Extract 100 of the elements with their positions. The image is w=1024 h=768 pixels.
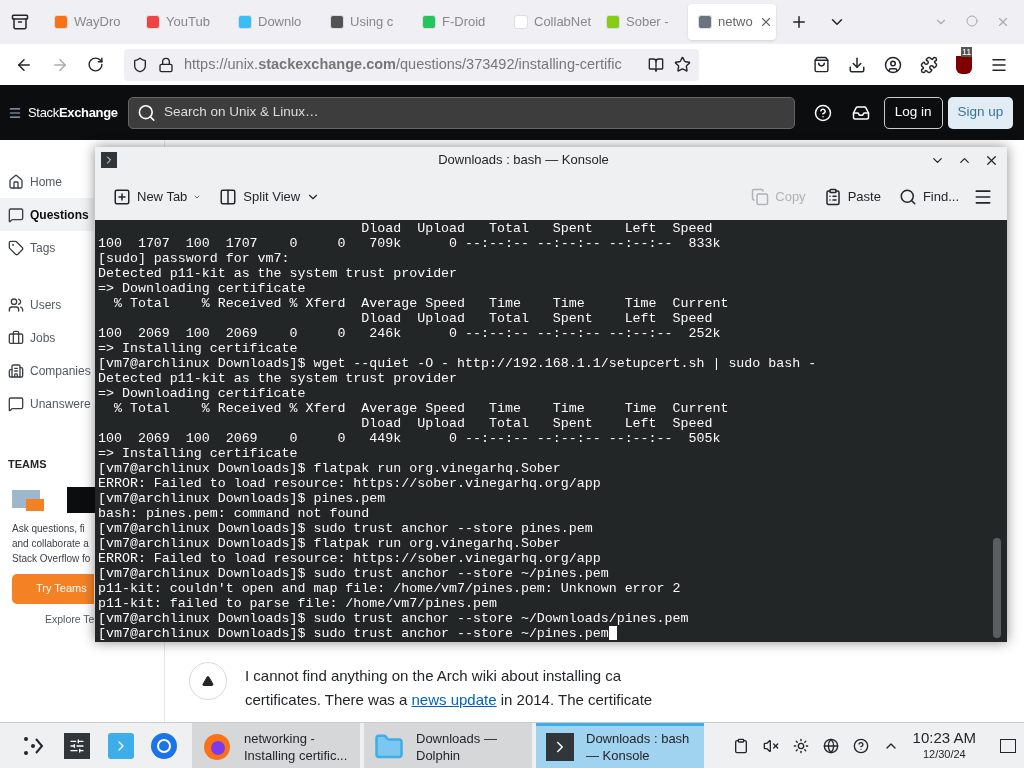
extensions-icon[interactable]: [920, 55, 938, 74]
terminal-line: Dload Upload Total Spent Left Speed: [360, 311, 713, 326]
terminal-line: => Downloading certificate: [98, 281, 306, 296]
teams-text: Stack Overflow fo: [12, 551, 91, 566]
task-label: Downloads —: [416, 730, 497, 747]
favicon-icon: [514, 15, 528, 29]
task-label: networking -: [244, 730, 316, 747]
clock-date: 12/30/24: [922, 746, 966, 762]
star-icon[interactable]: [674, 56, 691, 73]
task-button[interactable]: Downloads — Dolphin: [364, 723, 532, 768]
post-text: certificates. There was a news update in 2014. The certificate: [245, 690, 653, 710]
sidebar-item[interactable]: Users: [0, 288, 94, 321]
sidebar-item[interactable]: Jobs: [0, 321, 94, 354]
task-button[interactable]: Downloads : bash — Konsole: [536, 723, 704, 768]
search-icon: [136, 102, 156, 123]
sidebar-item[interactable]: Questions: [0, 198, 94, 231]
terminal-line: ERROR: Failed to load resource: https://sober.vinegarhq.org/app: [98, 551, 601, 566]
speech-bubble-icon: [8, 206, 24, 223]
terminal-line: [vm7@archlinux Downloads]$ flatpak run org.vinegarhq.Sober: [98, 461, 561, 476]
shield-icon: [132, 56, 148, 73]
task-label: Dolphin: [416, 747, 462, 764]
speech-bubble-icon: [8, 395, 24, 412]
show-desktop-icon[interactable]: [1000, 738, 1016, 753]
terminal-line: 100 2069 100 2069 0 0 246k 0 --:--:-- --:--:-- --:--:-- 252k: [98, 326, 721, 341]
up-arrow-icon: [202, 675, 214, 687]
search-icon: [898, 187, 917, 206]
clipboard-icon[interactable]: [732, 737, 749, 754]
terminal-line: Dload Upload Total Spent Left Speed: [360, 416, 713, 431]
search-input[interactable]: Search on Unix & Linux…: [163, 102, 786, 123]
clipboard-icon: [823, 187, 842, 206]
toolbar-button[interactable]: Paste: [819, 180, 885, 213]
task-button[interactable]: networking - Installing certific...: [192, 723, 360, 768]
download-icon[interactable]: [848, 55, 866, 74]
search-field[interactable]: Search on Unix & Linux…: [127, 96, 795, 129]
terminal-line: [vm7@archlinux Downloads]$ sudo trust anchor --store pines.pem: [98, 521, 593, 536]
tag-icon: [8, 239, 24, 256]
new-tab-icon[interactable]: [790, 13, 808, 31]
signup-button[interactable]: Sign up: [947, 96, 1014, 129]
login-button[interactable]: Log in: [883, 96, 943, 129]
columns-icon: [219, 187, 238, 206]
favicon-icon: [698, 15, 712, 29]
sidebar-item[interactable]: Tags: [0, 231, 94, 264]
site-logo[interactable]: StackExchange: [28, 102, 118, 123]
help-icon[interactable]: [852, 737, 869, 754]
teams-text: and collaborate a: [12, 536, 89, 551]
inbox-icon[interactable]: [851, 103, 870, 122]
new-tab-icon: [113, 187, 131, 206]
terminal-line: [sudo] password for vm7:: [98, 251, 290, 266]
sidebar-item[interactable]: Companies: [0, 354, 94, 387]
toolbar-button[interactable]: Split View: [215, 180, 325, 213]
settings-icon[interactable]: [64, 732, 90, 759]
sidebar-item[interactable]: Home: [0, 165, 94, 198]
terminal-line: Dload Upload Total Spent Left Speed: [360, 221, 713, 236]
account-icon[interactable]: [884, 55, 902, 74]
terminal-line: 100 2069 100 2069 0 0 449k 0 --:--:-- --:--:-- --:--:-- 505k: [98, 431, 721, 446]
terminal-line: [vm7@archlinux Downloads]$ sudo trust anchor --store ~/pines.pem: [98, 566, 609, 581]
copy-icon: [751, 187, 770, 206]
address-bar[interactable]: https://unix.stackexchange.com/questions/373492/installing-certific: [124, 48, 699, 81]
shield-extension-icon[interactable]: [956, 55, 972, 74]
extension-badge: 11: [961, 46, 973, 57]
favicon-icon: [54, 15, 68, 29]
post-text: I cannot find anything on the Arch wiki about installing ca: [245, 666, 623, 686]
building-icon: [8, 362, 24, 379]
network-icon[interactable]: [822, 737, 839, 754]
terminal-line: ERROR: Failed to load resource: https://sober.vinegarhq.org/app: [98, 476, 601, 491]
terminal-line: 100 1707 100 1707 0 0 709k 0 --:--:-- --:--:-- --:--:-- 833k: [98, 236, 721, 251]
window-title: Downloads : bash — Konsole: [437, 151, 610, 170]
browser-tab[interactable]: netwo: [688, 4, 776, 40]
terminal-line: Detected p11-kit as the system trust provider: [98, 371, 458, 386]
reader-view-icon[interactable]: [648, 56, 664, 73]
browser-icon[interactable]: [150, 731, 178, 760]
explore-teams-link[interactable]: Explore Te: [45, 611, 95, 628]
terminal-line: p11-kit: couldn't open and map file: /home/vm7/pines.pem: Unknown error 2: [98, 581, 681, 596]
muted-speaker-icon[interactable]: [762, 737, 779, 754]
favicon-icon: [238, 15, 252, 29]
terminal-line: => Installing certificate: [98, 341, 298, 356]
text-cursor: [608, 626, 617, 641]
brightness-icon[interactable]: [792, 737, 809, 754]
toolbar-button[interactable]: New Tab: [109, 180, 206, 213]
terminal-line: % Total % Received % Xferd Average Speed Time Time Time Current: [112, 296, 729, 311]
terminal-line: => Installing certificate: [98, 446, 298, 461]
users-icon: [8, 296, 24, 313]
house-icon: [8, 173, 24, 190]
launcher-icon[interactable]: [22, 734, 44, 757]
terminal-line: bash: pines.pem: command not found: [98, 506, 370, 521]
sidebar-item[interactable]: Unanswere: [0, 387, 94, 420]
task-label: Installing certific...: [244, 747, 348, 764]
terminal-line: [vm7@archlinux Downloads]$ wget --quiet -O - http://192.168.1.1/setupcert.sh | sudo bash -: [98, 356, 817, 371]
toolbar-button[interactable]: Find...: [894, 180, 963, 213]
terminal-line: p11-kit: failed to parse file: /home/vm7/pines.pem: [98, 596, 497, 611]
terminal-line: [vm7@archlinux Downloads]$ sudo trust anchor --store ~/Downloads/pines.pem: [98, 611, 689, 626]
favicon-icon: [330, 15, 344, 29]
news-update-link[interactable]: news update: [411, 691, 497, 708]
terminal-line: => Downloading certificate: [98, 386, 306, 401]
task-label: — Konsole: [586, 747, 651, 764]
terminal-icon: [101, 152, 117, 168]
reload-icon[interactable]: [87, 56, 104, 73]
terminal-line: Detected p11-kit as the system trust provider: [98, 266, 458, 281]
lock-icon: [158, 56, 174, 73]
favicon-icon: [606, 15, 620, 29]
